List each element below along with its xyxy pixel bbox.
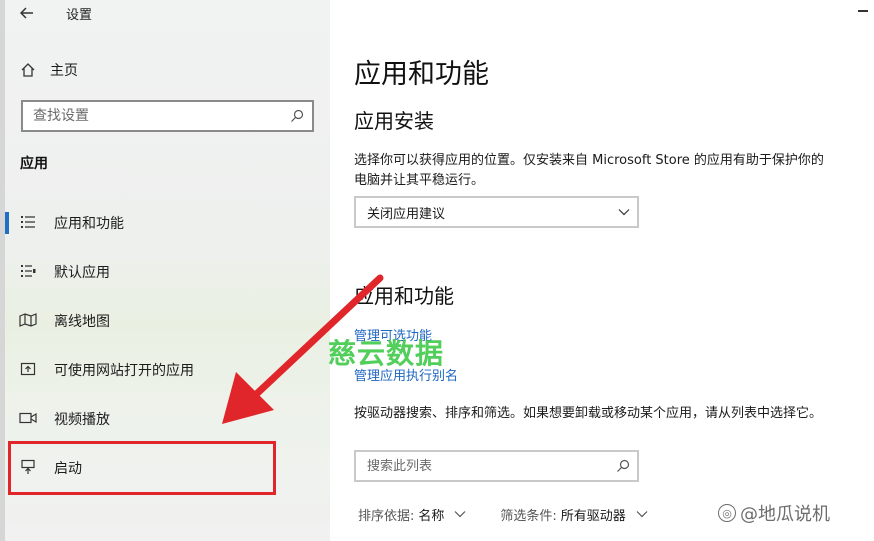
filter-label: 筛选条件: xyxy=(500,508,557,524)
app-list-search-box[interactable] xyxy=(354,450,639,482)
sidebar-item-label: 应用和功能 xyxy=(54,216,124,232)
default-apps-icon xyxy=(18,262,38,280)
filter-dropdown[interactable]: 筛选条件: 所有驱动器 xyxy=(500,505,648,524)
title-bar: 设置 xyxy=(16,2,92,24)
back-arrow-icon xyxy=(20,7,33,19)
settings-search-box[interactable] xyxy=(21,100,314,132)
chevron-down-icon xyxy=(611,208,637,216)
sidebar-item-apps-features[interactable]: 应用和功能 xyxy=(0,202,330,242)
startup-highlight-box xyxy=(8,441,276,495)
sort-dropdown[interactable]: 排序依据: 名称 xyxy=(358,505,466,524)
home-icon xyxy=(21,63,35,77)
search-icon[interactable] xyxy=(282,109,312,123)
sidebar-item-label: 可使用网站打开的应用 xyxy=(54,363,194,379)
watermark-corner: ◎ @地瓜说机 xyxy=(718,500,830,526)
sidebar-item-label: 离线地图 xyxy=(54,314,110,330)
list-icon xyxy=(18,213,38,231)
watermark-corner-text: @地瓜说机 xyxy=(740,504,830,525)
open-web-app-icon xyxy=(18,360,38,378)
sidebar-item-label: 默认应用 xyxy=(54,265,110,281)
minimize-icon[interactable] xyxy=(858,10,868,12)
chevron-down-icon xyxy=(636,510,648,518)
search-icon[interactable] xyxy=(609,459,637,473)
back-button[interactable] xyxy=(16,3,38,23)
dropdown-value: 关闭应用建议 xyxy=(367,206,446,222)
active-indicator xyxy=(5,212,9,234)
sidebar-item-default-apps[interactable]: 默认应用 xyxy=(0,251,330,291)
install-heading: 应用安装 xyxy=(354,109,434,133)
sidebar-item-home[interactable]: 主页 xyxy=(20,58,78,82)
sort-value: 名称 xyxy=(418,508,445,524)
watermark-center: 慈云数据 xyxy=(328,337,445,370)
sidebar-item-offline-maps[interactable]: 离线地图 xyxy=(0,300,330,340)
chevron-down-icon xyxy=(454,510,466,518)
sort-label: 排序依据: xyxy=(358,508,415,524)
sort-filter-row: 排序依据: 名称 筛选条件: 所有驱动器 xyxy=(358,503,648,525)
video-icon xyxy=(18,409,38,427)
install-source-dropdown[interactable]: 关闭应用建议 xyxy=(354,196,639,228)
install-description: 选择你可以获得应用的位置。仅安装来自 Microsoft Store 的应用有助… xyxy=(354,153,824,188)
weibo-logo-icon: ◎ xyxy=(718,504,736,522)
sidebar-item-label: 视频播放 xyxy=(54,412,110,428)
sidebar: 设置 主页 应用 应用和功能 xyxy=(0,0,330,541)
section-label-apps: 应用 xyxy=(20,156,48,172)
sidebar-item-web-apps[interactable]: 可使用网站打开的应用 xyxy=(0,349,330,389)
apps-features-heading: 应用和功能 xyxy=(354,284,454,308)
page-title: 应用和功能 xyxy=(354,59,489,90)
main-content: 应用和功能 应用安装 选择你可以获得应用的位置。仅安装来自 Microsoft … xyxy=(330,0,874,541)
filter-value: 所有驱动器 xyxy=(560,508,626,524)
window-title: 设置 xyxy=(66,7,93,23)
home-label: 主页 xyxy=(50,63,78,79)
map-icon xyxy=(18,311,38,329)
settings-search-input[interactable] xyxy=(23,102,282,130)
app-list-search-input[interactable] xyxy=(356,452,609,480)
apps-description: 按驱动器搜索、排序和筛选。如果想要卸载或移动某个应用，请从列表中选择它。 xyxy=(354,406,823,421)
sidebar-item-video-playback[interactable]: 视频播放 xyxy=(0,398,330,438)
